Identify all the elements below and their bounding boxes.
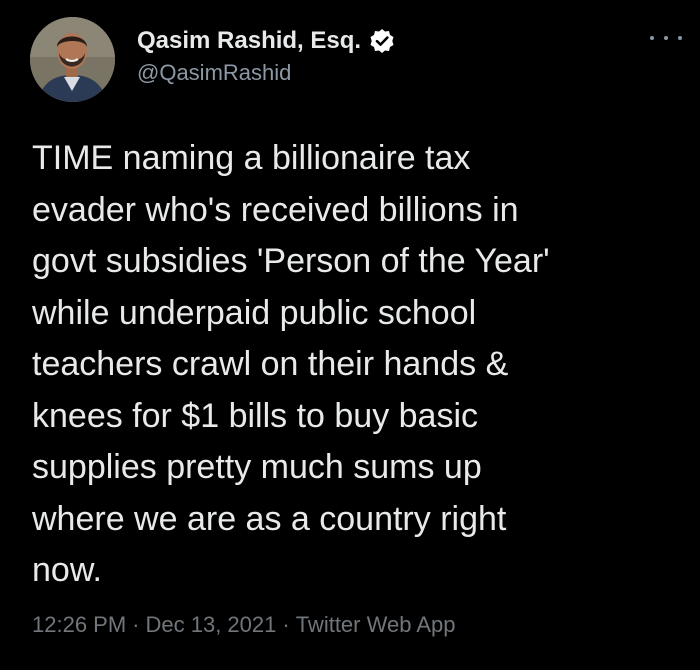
tweet-text-line: teachers crawl on their hands & [32, 345, 509, 383]
verified-badge-icon [369, 28, 395, 54]
tweet-text-line: supplies pretty much sums up [32, 448, 482, 486]
meta-separator: · [282, 612, 290, 637]
tweet-text-line: where we are as a country right [32, 499, 507, 538]
tweet-source[interactable]: Twitter Web App [296, 612, 456, 637]
tweet-text-line: while underpaid public school [32, 293, 477, 332]
more-dot [664, 36, 668, 40]
more-horizontal-icon[interactable] [650, 28, 682, 48]
author-name-row[interactable]: Qasim Rashid, Esq. [137, 24, 395, 58]
tweet-date[interactable]: Dec 13, 2021 [146, 612, 277, 637]
meta-separator: · [132, 612, 140, 637]
tweet-text-line: now. [32, 551, 102, 589]
tweet-text-line: govt subsidies 'Person of the Year' [32, 242, 550, 280]
author-display-name[interactable]: Qasim Rashid, Esq. [137, 27, 361, 55]
avatar-photo [30, 17, 115, 102]
tweet-metadata: 12:26 PM · Dec 13, 2021 · Twitter Web App [32, 612, 455, 638]
tweet-time[interactable]: 12:26 PM [32, 612, 126, 637]
tweet-text: TIME naming a billionaire tax evader who… [32, 133, 672, 597]
tweet-text-line: knees for $1 bills to buy basic [32, 396, 479, 435]
author-handle[interactable]: @QasimRashid [137, 60, 291, 86]
avatar[interactable] [30, 17, 115, 102]
tweet-text-line: TIME naming a billionaire tax [32, 139, 471, 177]
tweet-card: Qasim Rashid, Esq. @QasimRashid TIME nam… [0, 0, 700, 670]
more-dot [678, 36, 682, 40]
tweet-text-line: evader who's received billions in [32, 190, 519, 229]
more-dot [650, 36, 654, 40]
